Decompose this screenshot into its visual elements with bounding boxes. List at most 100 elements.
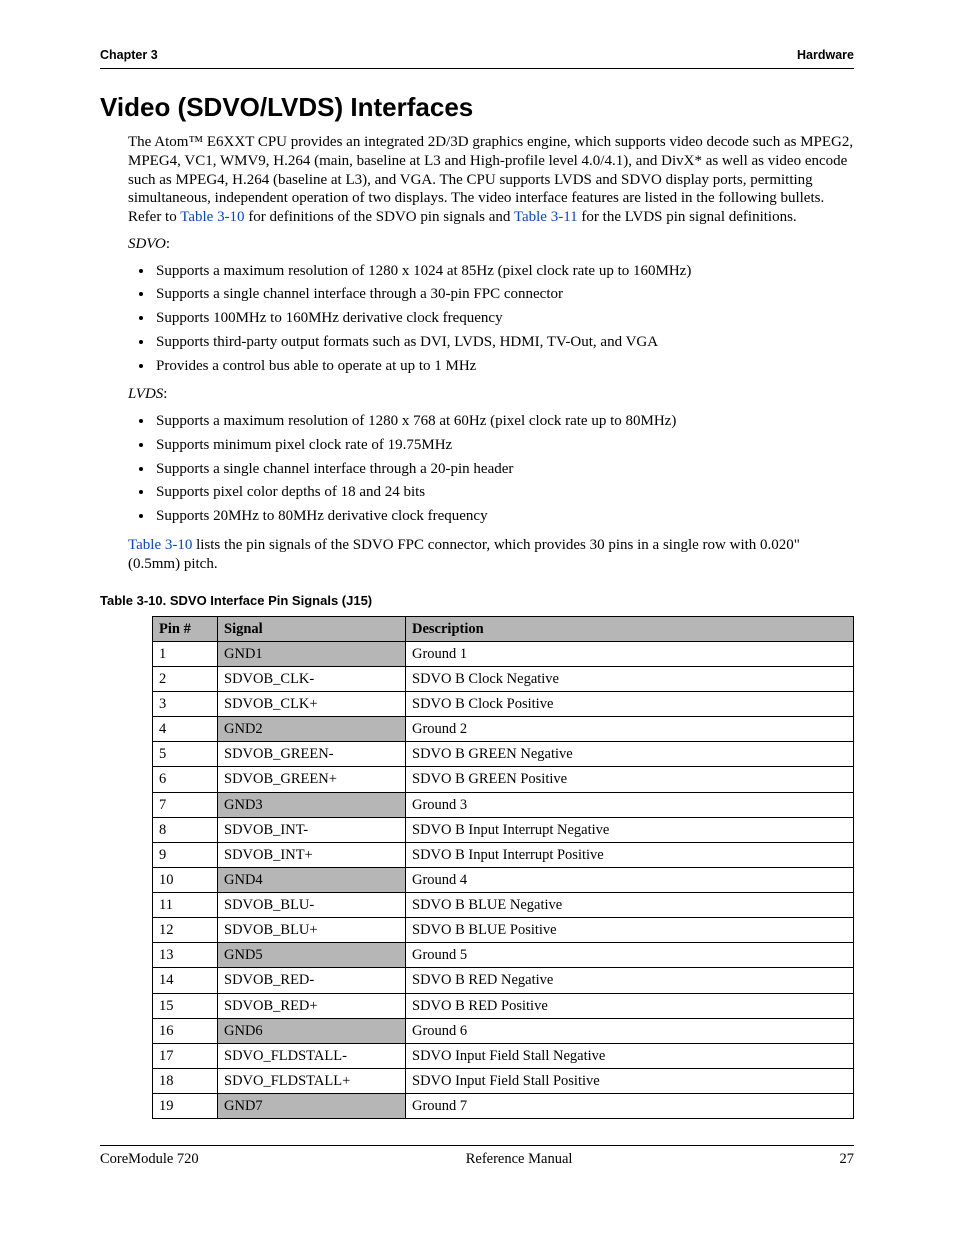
list-item: Supports third-party output formats such… xyxy=(154,333,854,352)
cell-pin: 7 xyxy=(153,792,218,817)
footer-left: CoreModule 720 xyxy=(100,1150,199,1168)
cell-pin: 3 xyxy=(153,692,218,717)
list-item: Supports pixel color depths of 18 and 24… xyxy=(154,483,854,502)
cell-pin: 15 xyxy=(153,993,218,1018)
cell-pin: 13 xyxy=(153,943,218,968)
header-left: Chapter 3 xyxy=(100,48,158,64)
link-table-3-10-b[interactable]: Table 3-10 xyxy=(128,537,192,553)
cell-description: SDVO B Clock Negative xyxy=(406,666,854,691)
table-caption: Table 3-10. SDVO Interface Pin Signals (… xyxy=(100,593,854,609)
cell-pin: 18 xyxy=(153,1068,218,1093)
cell-signal: GND3 xyxy=(218,792,406,817)
list-item: Supports 100MHz to 160MHz derivative clo… xyxy=(154,309,854,328)
page-footer: CoreModule 720 Reference Manual 27 xyxy=(100,1145,854,1168)
list-item: Provides a control bus able to operate a… xyxy=(154,357,854,376)
list-item: Supports minimum pixel clock rate of 19.… xyxy=(154,436,854,455)
intro-paragraph: The Atom™ E6XXT CPU provides an integrat… xyxy=(128,133,854,227)
list-item: Supports a maximum resolution of 1280 x … xyxy=(154,412,854,431)
intro-text-b: for definitions of the SDVO pin signals … xyxy=(245,209,514,225)
table-row: 10GND4Ground 4 xyxy=(153,867,854,892)
sdvo-label: SDVO: xyxy=(128,235,854,254)
cell-description: SDVO B Input Interrupt Positive xyxy=(406,842,854,867)
list-item: Supports a maximum resolution of 1280 x … xyxy=(154,262,854,281)
link-table-3-10[interactable]: Table 3-10 xyxy=(180,209,244,225)
list-item: Supports 20MHz to 80MHz derivative clock… xyxy=(154,507,854,526)
link-table-3-11[interactable]: Table 3-11 xyxy=(514,209,578,225)
cell-pin: 10 xyxy=(153,867,218,892)
cell-pin: 19 xyxy=(153,1094,218,1119)
table-row: 16GND6Ground 6 xyxy=(153,1018,854,1043)
cell-signal: SDVOB_RED- xyxy=(218,968,406,993)
cell-description: Ground 2 xyxy=(406,717,854,742)
cell-signal: GND1 xyxy=(218,641,406,666)
cell-signal: SDVO_FLDSTALL- xyxy=(218,1043,406,1068)
table-row: 6SDVOB_GREEN+SDVO B GREEN Positive xyxy=(153,767,854,792)
cell-description: SDVO B BLUE Positive xyxy=(406,918,854,943)
cell-pin: 11 xyxy=(153,893,218,918)
table-row: 2SDVOB_CLK-SDVO B Clock Negative xyxy=(153,666,854,691)
table-row: 12SDVOB_BLU+SDVO B BLUE Positive xyxy=(153,918,854,943)
cell-pin: 9 xyxy=(153,842,218,867)
cell-pin: 14 xyxy=(153,968,218,993)
table-row: 19GND7Ground 7 xyxy=(153,1094,854,1119)
cell-signal: SDVOB_BLU+ xyxy=(218,918,406,943)
cell-description: Ground 4 xyxy=(406,867,854,892)
cell-pin: 17 xyxy=(153,1043,218,1068)
cell-signal: SDVOB_INT- xyxy=(218,817,406,842)
cell-description: SDVO B BLUE Negative xyxy=(406,893,854,918)
cell-signal: GND6 xyxy=(218,1018,406,1043)
cell-signal: SDVO_FLDSTALL+ xyxy=(218,1068,406,1093)
cell-signal: SDVOB_GREEN+ xyxy=(218,767,406,792)
cell-description: SDVO Input Field Stall Negative xyxy=(406,1043,854,1068)
table-row: 15SDVOB_RED+SDVO B RED Positive xyxy=(153,993,854,1018)
table-row: 9SDVOB_INT+SDVO B Input Interrupt Positi… xyxy=(153,842,854,867)
lvds-label: LVDS: xyxy=(128,385,854,404)
table-header-row: Pin # Signal Description xyxy=(153,616,854,641)
col-header-pin: Pin # xyxy=(153,616,218,641)
list-item: Supports a single channel interface thro… xyxy=(154,285,854,304)
cell-description: Ground 3 xyxy=(406,792,854,817)
table-row: 1GND1Ground 1 xyxy=(153,641,854,666)
table-row: 7GND3Ground 3 xyxy=(153,792,854,817)
cell-pin: 4 xyxy=(153,717,218,742)
footer-right: 27 xyxy=(839,1150,854,1168)
cell-signal: SDVOB_CLK+ xyxy=(218,692,406,717)
cell-signal: GND5 xyxy=(218,943,406,968)
cell-description: Ground 7 xyxy=(406,1094,854,1119)
footer-center: Reference Manual xyxy=(466,1150,573,1168)
table-row: 8SDVOB_INT-SDVO B Input Interrupt Negati… xyxy=(153,817,854,842)
table-row: 17SDVO_FLDSTALL-SDVO Input Field Stall N… xyxy=(153,1043,854,1068)
cell-description: SDVO B RED Negative xyxy=(406,968,854,993)
table-row: 3SDVOB_CLK+SDVO B Clock Positive xyxy=(153,692,854,717)
lvds-bullet-list: Supports a maximum resolution of 1280 x … xyxy=(128,412,854,526)
cell-pin: 8 xyxy=(153,817,218,842)
cell-pin: 1 xyxy=(153,641,218,666)
cell-description: Ground 6 xyxy=(406,1018,854,1043)
cell-signal: SDVOB_GREEN- xyxy=(218,742,406,767)
col-header-description: Description xyxy=(406,616,854,641)
cell-pin: 16 xyxy=(153,1018,218,1043)
cell-description: SDVO B Clock Positive xyxy=(406,692,854,717)
intro-text-c: for the LVDS pin signal definitions. xyxy=(578,209,797,225)
after-bullets-tail: lists the pin signals of the SDVO FPC co… xyxy=(128,537,800,572)
sdvo-bullet-list: Supports a maximum resolution of 1280 x … xyxy=(128,262,854,376)
page-header: Chapter 3 Hardware xyxy=(100,48,854,69)
col-header-signal: Signal xyxy=(218,616,406,641)
sdvo-signals-table: Pin # Signal Description 1GND1Ground 12S… xyxy=(152,616,854,1120)
table-row: 18SDVO_FLDSTALL+SDVO Input Field Stall P… xyxy=(153,1068,854,1093)
cell-description: Ground 1 xyxy=(406,641,854,666)
table-row: 5SDVOB_GREEN-SDVO B GREEN Negative xyxy=(153,742,854,767)
table-row: 11SDVOB_BLU-SDVO B BLUE Negative xyxy=(153,893,854,918)
cell-description: SDVO B Input Interrupt Negative xyxy=(406,817,854,842)
cell-signal: GND4 xyxy=(218,867,406,892)
cell-pin: 6 xyxy=(153,767,218,792)
cell-description: SDVO B RED Positive xyxy=(406,993,854,1018)
cell-description: Ground 5 xyxy=(406,943,854,968)
cell-pin: 5 xyxy=(153,742,218,767)
table-row: 14SDVOB_RED-SDVO B RED Negative xyxy=(153,968,854,993)
list-item: Supports a single channel interface thro… xyxy=(154,460,854,479)
cell-signal: GND2 xyxy=(218,717,406,742)
table-row: 4GND2Ground 2 xyxy=(153,717,854,742)
section-title: Video (SDVO/LVDS) Interfaces xyxy=(100,91,854,124)
cell-description: SDVO B GREEN Negative xyxy=(406,742,854,767)
